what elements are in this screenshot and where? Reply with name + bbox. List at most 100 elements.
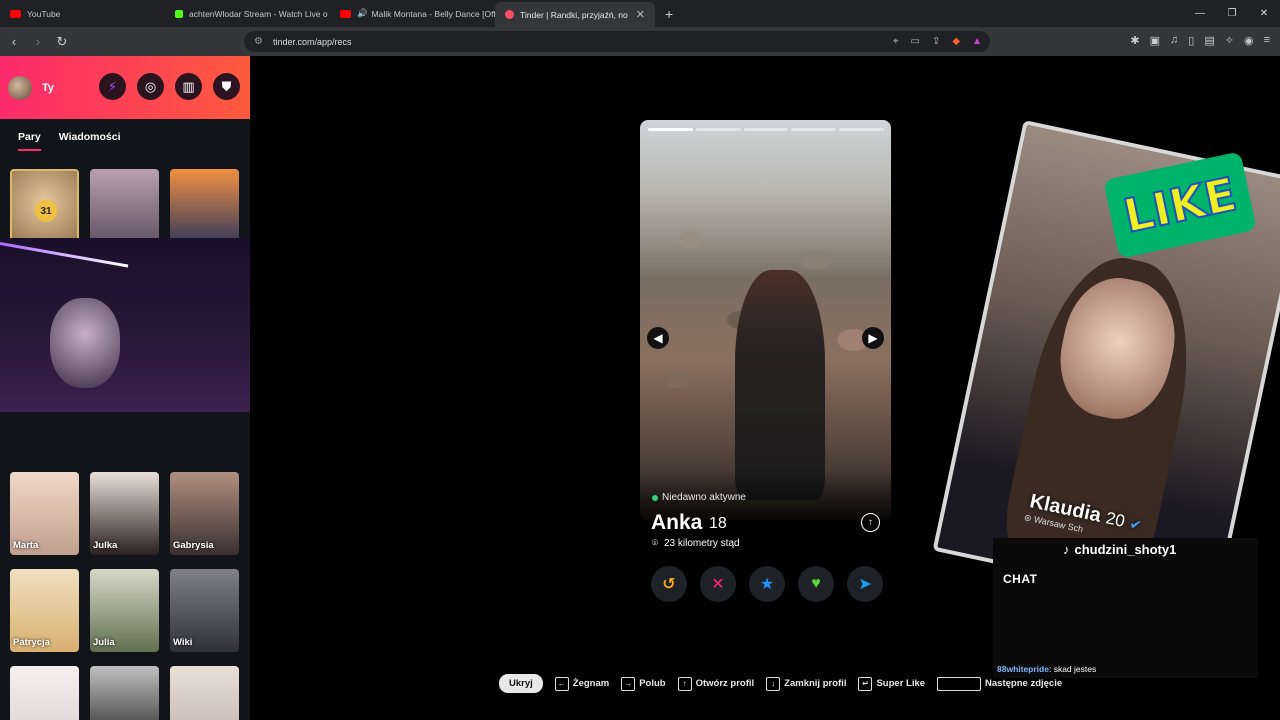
browser-tabbar: YouTube achtenWlodar Stream - Watch Live… xyxy=(0,0,1280,27)
tiktok-icon: ♪ xyxy=(1063,542,1070,557)
photo-progress-segment[interactable] xyxy=(791,128,837,131)
sidebar-tabs: Pary Wiadomości xyxy=(0,119,250,151)
sidebar-toggle-icon[interactable]: ▯ xyxy=(1188,34,1194,47)
tab-title: Malik Montana - Belly Dance [Off xyxy=(371,8,495,19)
chat-username: 88whitepride xyxy=(997,664,1049,674)
tab-title: YouTube xyxy=(27,8,61,19)
shortcut-super: Super Like xyxy=(876,678,926,689)
keyboard-shortcuts: Ukryj ← Żegnam → Polub ↑ Otwórz profil ↓ Zam… xyxy=(499,674,1062,693)
up-key-icon: ↑ xyxy=(677,676,692,691)
led-light xyxy=(0,242,129,268)
boost-icon[interactable]: ⚡ xyxy=(99,73,126,100)
profile-age: 18 xyxy=(709,515,727,532)
down-key-icon: ↓ xyxy=(766,676,781,691)
match-card[interactable] xyxy=(90,666,159,720)
handle-text: chudzini_shoty1 xyxy=(1074,542,1177,557)
close-tab-icon[interactable]: ✕ xyxy=(636,8,645,21)
photo-progress-segment[interactable] xyxy=(839,128,884,131)
boost-send-icon[interactable]: ➤ xyxy=(847,566,883,602)
url-bar[interactable]: ⚙ tinder.com/app/recs ⌖ ▭ ⇪ ◆ ▲ xyxy=(244,31,990,52)
screenshot-icon[interactable]: ▣ xyxy=(1150,34,1160,47)
menu-icon[interactable]: ≡ xyxy=(1264,34,1270,47)
match-card[interactable]: Julka xyxy=(90,472,159,555)
tab-malik[interactable]: 🔊 Malik Montana - Belly Dance [Off xyxy=(330,0,495,27)
tab-messages[interactable]: Wiadomości xyxy=(59,131,121,151)
tab-matches[interactable]: Pary xyxy=(18,131,41,151)
speaker-icon: 🔊 xyxy=(357,8,368,18)
like-logo-text: LIKE xyxy=(1118,166,1242,244)
match-name: Wiki xyxy=(173,637,193,648)
profile-name: Anka xyxy=(651,511,703,534)
back-icon[interactable]: ‹ xyxy=(4,34,24,49)
profile-photo[interactable] xyxy=(640,120,891,520)
location-icon[interactable]: ⌖ xyxy=(893,36,899,47)
maximize-button[interactable]: ❐ xyxy=(1216,0,1248,27)
like-icon[interactable]: ♥ xyxy=(798,566,834,602)
vpn-icon[interactable]: ◉ xyxy=(1244,34,1254,47)
match-name: Marta xyxy=(13,540,39,551)
wallet-icon[interactable]: ▤ xyxy=(1204,34,1214,47)
new-tab-button[interactable]: + xyxy=(655,6,683,22)
activity-status: Niedawno aktywne xyxy=(652,492,746,503)
cast-icon[interactable]: ▭ xyxy=(911,36,920,47)
profile-label[interactable]: Ty xyxy=(42,82,54,94)
photo-progress-segment[interactable] xyxy=(743,128,789,131)
youtube-icon xyxy=(10,9,21,18)
explore-icon[interactable]: ◎ xyxy=(137,73,164,100)
brave-rewards-icon[interactable]: ▲ xyxy=(972,36,982,47)
likes-count-badge: 31 xyxy=(35,200,57,222)
super-like-icon[interactable]: ★ xyxy=(749,566,785,602)
match-card[interactable]: Gabrysia xyxy=(170,472,239,555)
briefcase-icon[interactable]: ▥ xyxy=(175,73,202,100)
streamer-webcam xyxy=(50,298,120,388)
photo-progress xyxy=(648,128,884,131)
rewind-icon[interactable]: ↺ xyxy=(651,566,687,602)
music-icon[interactable]: ♫ xyxy=(1170,34,1178,47)
webcam-overlay xyxy=(0,238,270,412)
site-info-icon[interactable]: ⚙ xyxy=(254,36,263,47)
photo-progress-segment[interactable] xyxy=(695,128,741,131)
stream-age: 20 xyxy=(1104,508,1127,531)
match-card[interactable]: Marta xyxy=(10,472,79,555)
shortcut-next: Następne zdjęcie xyxy=(985,678,1063,689)
shortcut-nope: Żegnam xyxy=(572,678,610,689)
youtube-icon xyxy=(340,9,351,18)
match-card[interactable]: Patrycja xyxy=(10,569,79,652)
tab-tinder[interactable]: Tinder | Randki, przyjaźń, nowe z ✕ xyxy=(495,2,655,27)
chat-message: 88whitepride: skad jestes xyxy=(997,664,1096,674)
share-icon[interactable]: ⇪ xyxy=(932,36,940,47)
photo-progress-segment[interactable] xyxy=(648,128,693,131)
open-profile-icon[interactable]: ↑ xyxy=(861,513,880,532)
minimize-button[interactable]: — xyxy=(1184,0,1216,27)
action-buttons: ↺ ✕ ★ ♥ ➤ xyxy=(651,566,883,602)
prev-photo-icon[interactable]: ◀ xyxy=(647,327,669,349)
leo-icon[interactable]: ✧ xyxy=(1225,34,1234,47)
chat-overlay: ♪ chudzini_shoty1 CHAT 88whitepride: ska… xyxy=(993,538,1258,678)
url-text[interactable]: tinder.com/app/recs xyxy=(273,37,352,47)
extensions-area: ✱ ▣ ♫ ▯ ▤ ✧ ◉ ≡ xyxy=(1130,34,1270,47)
hide-shortcuts-button[interactable]: Ukryj xyxy=(499,674,543,693)
shortcut-like: Polub xyxy=(639,678,666,689)
match-card[interactable]: Wiki xyxy=(170,569,239,652)
extensions-icon[interactable]: ✱ xyxy=(1130,34,1139,47)
match-name: Julka xyxy=(93,540,118,551)
match-name: Gabrysia xyxy=(173,540,214,551)
tab-kick[interactable]: achtenWlodar Stream - Watch Live o xyxy=(165,0,330,27)
match-name: Julia xyxy=(93,637,115,648)
reload-icon[interactable]: ↻ xyxy=(52,34,72,50)
nope-icon[interactable]: ✕ xyxy=(700,566,736,602)
next-photo-icon[interactable]: ▶ xyxy=(862,327,884,349)
person-figure xyxy=(735,270,825,500)
match-card[interactable]: Julia xyxy=(90,569,159,652)
shield-icon[interactable]: ⛊ xyxy=(213,73,240,100)
tab-youtube[interactable]: YouTube xyxy=(0,0,165,27)
brave-shield-icon[interactable]: ◆ xyxy=(952,36,960,47)
window-controls: — ❐ ✕ xyxy=(1184,0,1280,27)
forward-icon[interactable]: › xyxy=(28,34,48,49)
avatar[interactable] xyxy=(8,75,32,100)
match-card[interactable] xyxy=(10,666,79,720)
status-text: Niedawno aktywne xyxy=(662,492,746,503)
close-window-button[interactable]: ✕ xyxy=(1248,0,1280,27)
match-card[interactable] xyxy=(170,666,239,720)
tiktok-handle: ♪ chudzini_shoty1 xyxy=(1063,542,1176,557)
